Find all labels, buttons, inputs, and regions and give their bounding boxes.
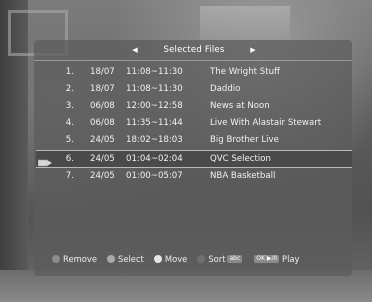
item-date: 06/08 xyxy=(90,101,115,111)
item-title: NBA Basketball xyxy=(210,171,276,181)
key-legend: Remove Select Move Sort abc OK ▶/II Play xyxy=(52,253,342,265)
prev-arrow-icon[interactable]: ◀ xyxy=(130,46,140,54)
item-date: 06/08 xyxy=(90,118,115,128)
red-key-icon xyxy=(52,255,60,263)
list-item[interactable]: 3. 06/08 12:00~12:58 News at Noon xyxy=(36,98,352,114)
panel-header: ◀ Selected Files ▶ xyxy=(130,43,258,57)
sort-label: Sort xyxy=(208,254,226,264)
item-date: 24/05 xyxy=(90,135,115,145)
item-title: Big Brother Live xyxy=(210,135,279,145)
list-item[interactable]: 2. 18/07 11:08~11:30 Daddio xyxy=(36,81,352,97)
item-number: 4. xyxy=(65,118,74,128)
item-date: 18/07 xyxy=(90,67,115,77)
list-item[interactable]: 4. 06/08 11:35~11:44 Live With Alastair … xyxy=(36,115,352,131)
item-time: 11:35~11:44 xyxy=(126,118,183,128)
play-label: Play xyxy=(282,254,300,264)
panel-title: Selected Files xyxy=(163,45,225,55)
green-key-icon xyxy=(107,255,115,263)
item-number: 3. xyxy=(65,101,74,111)
item-number: 7. xyxy=(65,171,74,181)
ok-play-key-icon: OK ▶/II xyxy=(254,255,280,263)
sort-button[interactable]: Sort abc xyxy=(197,254,243,264)
item-time: 18:02~18:03 xyxy=(126,135,183,145)
item-time: 11:08~11:30 xyxy=(126,67,183,77)
list-item[interactable]: 5. 24/05 18:02~18:03 Big Brother Live xyxy=(36,132,352,148)
remove-label: Remove xyxy=(63,254,97,264)
item-title: Live With Alastair Stewart xyxy=(210,118,322,128)
remove-button[interactable]: Remove xyxy=(52,254,97,264)
list-item[interactable]: 1. 18/07 11:08~11:30 The Wright Stuff xyxy=(36,64,352,80)
item-time: 01:04~02:04 xyxy=(126,154,183,164)
item-number: 1. xyxy=(65,67,74,77)
item-date: 24/05 xyxy=(90,171,115,181)
list-item-selected[interactable]: 6. 24/05 01:04~02:04 QVC Selection xyxy=(36,150,352,168)
move-label: Move xyxy=(164,254,188,264)
sort-key-badge: abc xyxy=(227,255,243,263)
item-title: The Wright Stuff xyxy=(210,67,280,77)
move-button[interactable]: Move xyxy=(153,254,188,264)
item-time: 11:08~11:30 xyxy=(126,84,183,94)
next-arrow-icon[interactable]: ▶ xyxy=(248,46,258,54)
yellow-key-icon xyxy=(153,255,162,263)
move-handle-icon xyxy=(38,159,52,167)
item-title: QVC Selection xyxy=(210,154,271,164)
blue-key-icon xyxy=(197,255,206,263)
list-item[interactable]: 7. 24/05 01:00~05:07 NBA Basketball xyxy=(36,168,352,184)
item-number: 5. xyxy=(65,135,74,145)
select-button[interactable]: Select xyxy=(107,254,144,264)
item-title: News at Noon xyxy=(210,101,270,111)
item-date: 18/07 xyxy=(90,84,115,94)
play-button[interactable]: OK ▶/II Play xyxy=(252,254,300,264)
item-time: 01:00~05:07 xyxy=(126,171,183,181)
item-title: Daddio xyxy=(210,84,241,94)
item-time: 12:00~12:58 xyxy=(126,101,183,111)
select-label: Select xyxy=(118,254,144,264)
header-divider xyxy=(34,60,352,61)
item-date: 24/05 xyxy=(90,154,115,164)
item-number: 2. xyxy=(65,84,74,94)
